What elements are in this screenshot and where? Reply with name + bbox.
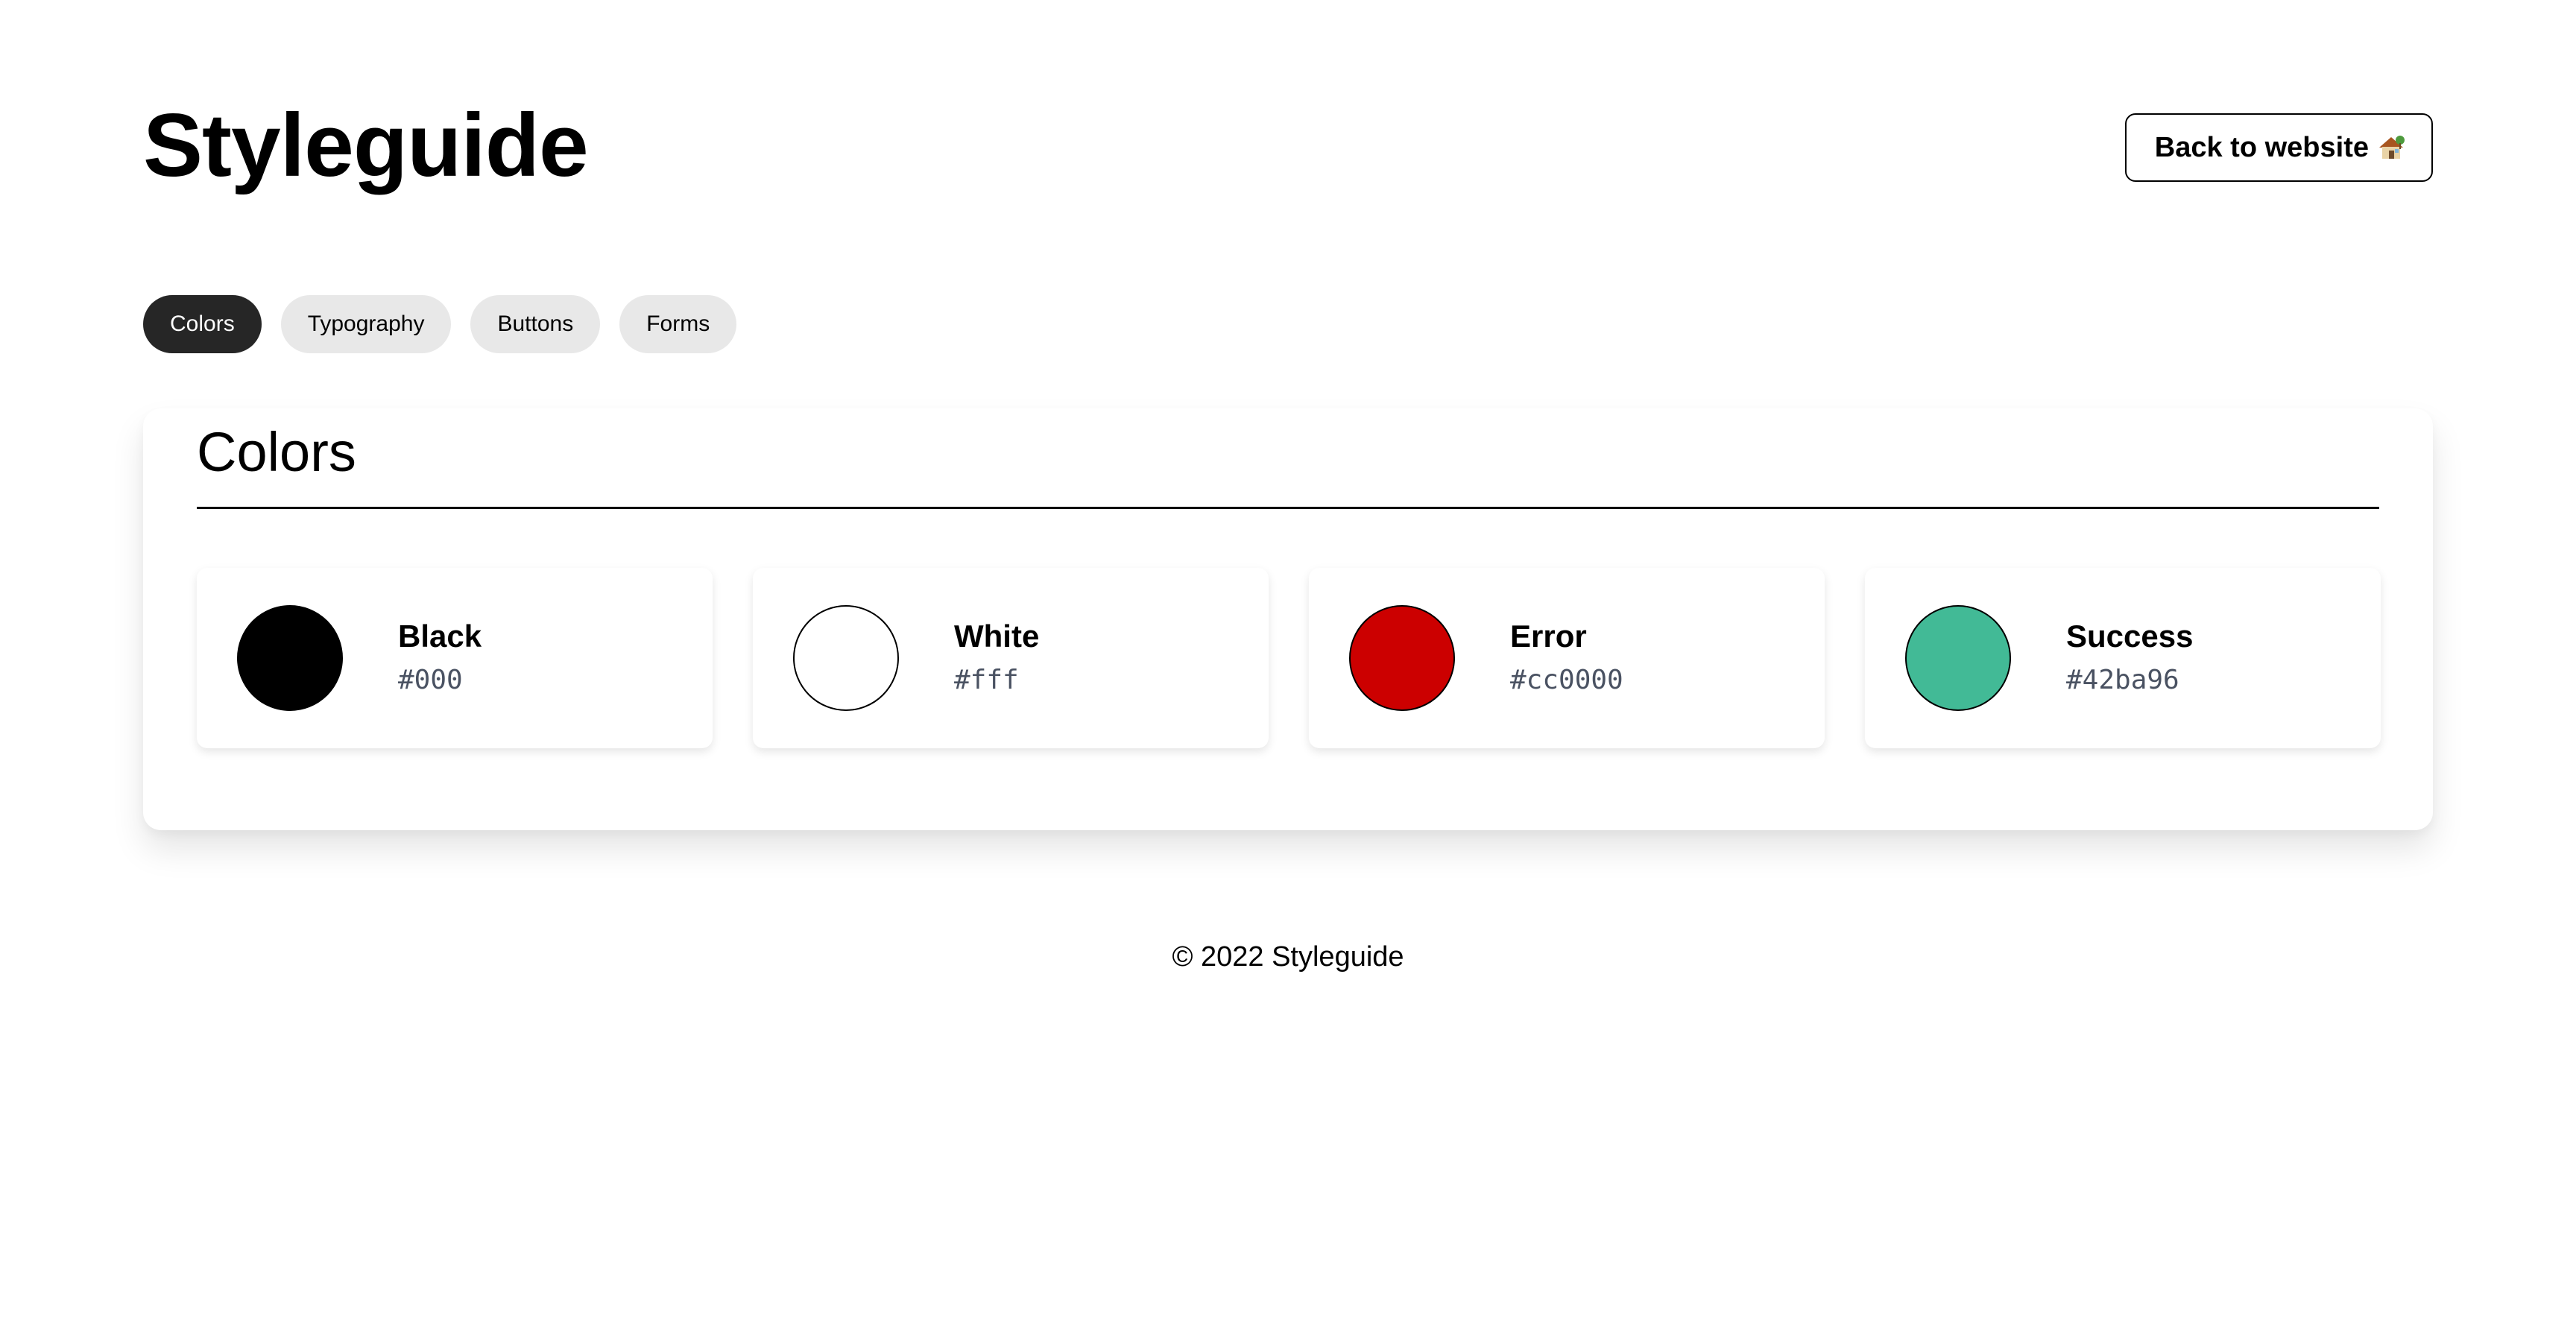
page-title: Styleguide (143, 95, 589, 195)
colors-section: Colors Black #000 White #fff Error #cc00… (143, 408, 2433, 830)
tab-forms[interactable]: Forms (619, 295, 737, 353)
color-swatch-name: White (954, 619, 1040, 654)
color-swatch-hex: #000 (398, 665, 463, 695)
color-swatch-name: Black (398, 619, 482, 654)
tab-buttons[interactable]: Buttons (470, 295, 601, 353)
page-header: Styleguide Back to website (143, 89, 2433, 201)
color-swatch-hex: #fff (954, 665, 1019, 695)
color-swatch-hex: #cc0000 (1510, 665, 1623, 695)
section-divider (197, 507, 2379, 509)
color-swatch-success: Success #42ba96 (1865, 568, 2381, 748)
color-swatch-error: Error #cc0000 (1309, 568, 1825, 748)
house-icon (2376, 133, 2406, 162)
color-swatch-circle (793, 605, 899, 711)
color-swatch-name: Success (2066, 619, 2194, 654)
color-swatch-name: Error (1510, 619, 1587, 654)
back-to-website-label: Back to website (2154, 131, 2369, 163)
styleguide-page: Styleguide Back to website Colors Typogr… (143, 0, 2433, 1331)
color-swatch-circle (237, 605, 343, 711)
color-swatch-circle (1349, 605, 1455, 711)
back-to-website-button[interactable]: Back to website (2124, 113, 2433, 182)
page-footer: © 2022 Styleguide (1172, 941, 1404, 973)
styleguide-tabs: Colors Typography Buttons Forms (143, 295, 737, 353)
color-swatches: Black #000 White #fff Error #cc0000 Succ… (197, 568, 2381, 748)
tab-colors[interactable]: Colors (143, 295, 262, 353)
color-swatch-hex: #42ba96 (2066, 665, 2179, 695)
tab-typography[interactable]: Typography (280, 295, 452, 353)
section-title: Colors (197, 421, 356, 483)
color-swatch-circle (1905, 605, 2011, 711)
color-swatch-black: Black #000 (197, 568, 713, 748)
color-swatch-white: White #fff (753, 568, 1269, 748)
